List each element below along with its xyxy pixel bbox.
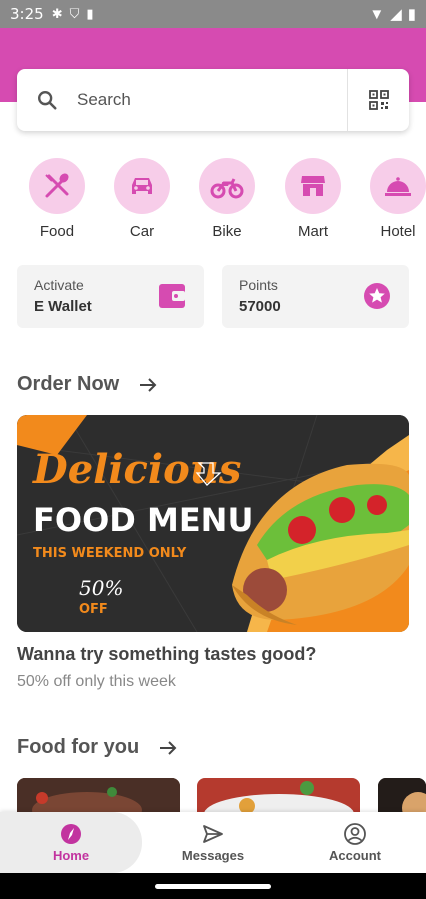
activate-wallet-card[interactable]: Activate E Wallet: [17, 265, 204, 328]
bottom-navigation: Home Messages Account: [0, 812, 426, 873]
qr-scan-icon: [368, 90, 389, 110]
hotel-icon: [370, 158, 426, 214]
system-gesture-bar: [0, 873, 426, 899]
status-time: 3:25: [10, 5, 44, 23]
search-input[interactable]: Search: [77, 90, 347, 110]
food-icon: [29, 158, 85, 214]
signal-icon: ◢: [390, 6, 402, 23]
category-bike[interactable]: Bike: [187, 158, 267, 240]
nav-home[interactable]: Home: [0, 812, 142, 873]
category-label: Car: [129, 223, 155, 240]
arrow-right-icon[interactable]: [139, 377, 157, 393]
status-bar: 3:25 ✱ ⛉ ▮ ▼ ◢ ▮: [0, 0, 426, 28]
category-row: Food Car Bike Mart Hotel: [0, 158, 426, 248]
banner-script-text: Delicious: [32, 446, 241, 493]
nav-account-label: Account: [329, 848, 381, 863]
food-for-you-header[interactable]: Food for you: [17, 736, 177, 759]
category-label: Mart: [298, 223, 328, 240]
category-car[interactable]: Car: [102, 158, 182, 240]
category-hotel[interactable]: Hotel: [358, 158, 426, 240]
banner-caption-subtitle: 50% off only this week: [17, 673, 176, 690]
banner-caption-title: Wanna try something tastes good?: [17, 644, 317, 664]
category-label: Hotel: [380, 223, 416, 240]
battery-icon: ▮: [407, 6, 416, 23]
account-icon: [284, 822, 426, 846]
nav-account[interactable]: Account: [284, 812, 426, 873]
wifi-icon: ▼: [369, 5, 385, 23]
star-icon: [363, 282, 391, 310]
settings-gear-icon: ✱: [51, 6, 63, 21]
banner-subline-text: THIS WEEKEND ONLY: [33, 546, 187, 561]
wallet-icon: [158, 282, 186, 310]
shield-icon: ⛉: [69, 6, 80, 21]
mart-icon: [285, 158, 341, 214]
nav-messages[interactable]: Messages: [142, 812, 284, 873]
category-food[interactable]: Food: [17, 158, 97, 240]
points-card[interactable]: Points 57000: [222, 265, 409, 328]
qr-scan-button[interactable]: [347, 69, 409, 131]
arrow-right-icon[interactable]: [159, 740, 177, 756]
category-label: Food: [39, 223, 75, 240]
bike-icon: [199, 158, 255, 214]
banner-headline-text: FOOD MENU: [33, 501, 253, 539]
banner-caption: Wanna try something tastes good? 50% off…: [17, 644, 316, 691]
send-icon: [142, 822, 284, 846]
order-now-header[interactable]: Order Now: [17, 373, 157, 396]
sd-card-icon: ▮: [86, 6, 94, 21]
category-mart[interactable]: Mart: [273, 158, 353, 240]
home-gesture-handle[interactable]: [155, 884, 271, 889]
nav-messages-label: Messages: [181, 848, 245, 863]
banner-image: Delicious FOOD MENU THIS WEEKEND ONLY 50…: [17, 415, 409, 632]
banner-discount-suffix: OFF: [79, 602, 108, 617]
home-compass-icon: [0, 822, 142, 846]
search-bar[interactable]: Search: [17, 69, 409, 131]
category-label: Bike: [212, 223, 242, 240]
car-icon: [114, 158, 170, 214]
food-for-you-title: Food for you: [17, 736, 140, 758]
nav-home-label: Home: [52, 848, 90, 863]
banner-discount-text: 50%: [79, 576, 123, 600]
search-icon: [17, 89, 77, 111]
order-now-title: Order Now: [17, 373, 120, 395]
order-now-banner[interactable]: Delicious FOOD MENU THIS WEEKEND ONLY 50…: [17, 415, 409, 632]
